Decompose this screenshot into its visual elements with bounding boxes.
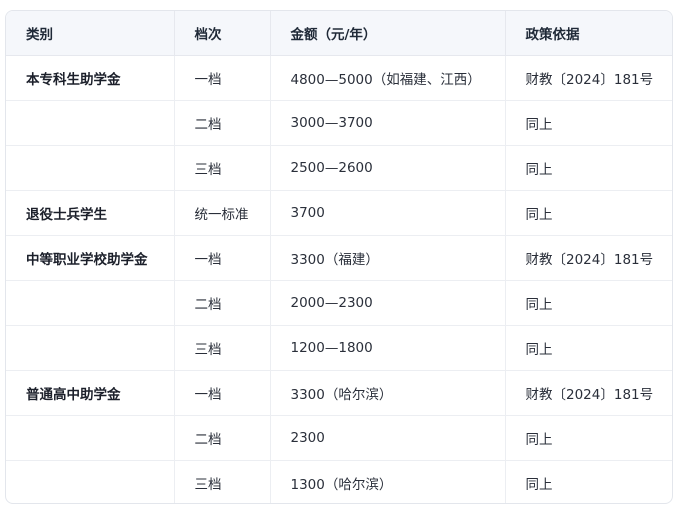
table-row: 二档 2300 同上 (6, 415, 672, 461)
cell-amount: 3000—3700 (270, 100, 506, 146)
table-row: 中等职业学校助学金 一档 3300（福建） 财教〔2024〕181号 (6, 235, 672, 281)
cell-policy: 同上 (525, 476, 553, 493)
cell-tier: 三档 (174, 145, 271, 191)
table-row: 退役士兵学生 统一标准 3700 同上 (6, 190, 672, 236)
header-policy: 政策依据 (505, 11, 672, 56)
table-row: 三档 1300（哈尔滨） 同上 (6, 460, 672, 503)
cell-policy: 同上 (505, 190, 672, 236)
cell-tier: 二档 (174, 415, 271, 461)
table-row: 二档 2000—2300 同上 (6, 280, 672, 326)
cell-tier: 统一标准 (174, 190, 271, 236)
cell-amount: 2300 (270, 415, 506, 461)
header-amount: 金额（元/年） (270, 11, 506, 56)
cell-policy: 同上 (505, 280, 672, 326)
cell-amount: 3300（福建） (270, 235, 506, 281)
table-row: 三档 2500—2600 同上 (6, 145, 672, 191)
table-row: 三档 1200—1800 同上 (6, 325, 672, 371)
cell-amount: 1300（哈尔滨） (270, 460, 506, 503)
table-row: 二档 3000—3700 同上 (6, 100, 672, 146)
cell-tier: 三档 (174, 460, 271, 503)
cell-category (6, 145, 175, 191)
table-header: 类别 档次 金额（元/年） 政策依据 (6, 11, 672, 56)
cell-policy: 财教〔2024〕181号 (505, 370, 672, 416)
cell-amount: 2500—2600 (270, 145, 506, 191)
cell-policy: 财教〔2024〕181号 (505, 235, 672, 281)
cell-tier: 一档 (174, 370, 271, 416)
cell-category (6, 100, 175, 146)
cell-category (6, 460, 175, 503)
header-category: 类别 (6, 11, 175, 56)
cell-tier: 二档 (174, 280, 271, 326)
cell-tier: 三档 (174, 325, 271, 371)
table-row: 普通高中助学金 一档 3300（哈尔滨） 财教〔2024〕181号 (6, 370, 672, 416)
cell-category: 本专科生助学金 (6, 55, 175, 101)
subsidy-table: 类别 档次 金额（元/年） 政策依据 本专科生助学金 一档 4800—5000（… (6, 11, 672, 503)
header-row: 类别 档次 金额（元/年） 政策依据 (6, 11, 672, 56)
cell-policy: 财教〔2024〕181号 (505, 55, 672, 101)
cell-tier: 二档 (174, 100, 271, 146)
table-row: 本专科生助学金 一档 4800—5000（如福建、江西） 财教〔2024〕181… (6, 55, 672, 101)
table-body: 本专科生助学金 一档 4800—5000（如福建、江西） 财教〔2024〕181… (6, 55, 672, 503)
cell-category (6, 280, 175, 326)
cell-tier: 一档 (174, 235, 271, 281)
cell-policy: 同上 (505, 145, 672, 191)
cell-policy: 同上 (505, 415, 672, 461)
cell-amount: 3700 (270, 190, 506, 236)
cell-category (6, 415, 175, 461)
cell-category: 中等职业学校助学金 (6, 235, 175, 281)
header-tier: 档次 (174, 11, 271, 56)
subsidy-table-container: 类别 档次 金额（元/年） 政策依据 本专科生助学金 一档 4800—5000（… (5, 10, 673, 504)
cell-category: 普通高中助学金 (6, 370, 175, 416)
cell-category (6, 325, 175, 371)
cell-amount: 3300（哈尔滨） (270, 370, 506, 416)
cell-amount: 4800—5000（如福建、江西） (270, 55, 506, 101)
cell-amount: 1200—1800 (270, 325, 506, 371)
cell-category: 退役士兵学生 (6, 190, 175, 236)
cell-policy: 同上 (505, 325, 672, 371)
cell-amount: 2000—2300 (270, 280, 506, 326)
cell-policy: 同上 (505, 100, 672, 146)
cell-tier: 一档 (174, 55, 271, 101)
